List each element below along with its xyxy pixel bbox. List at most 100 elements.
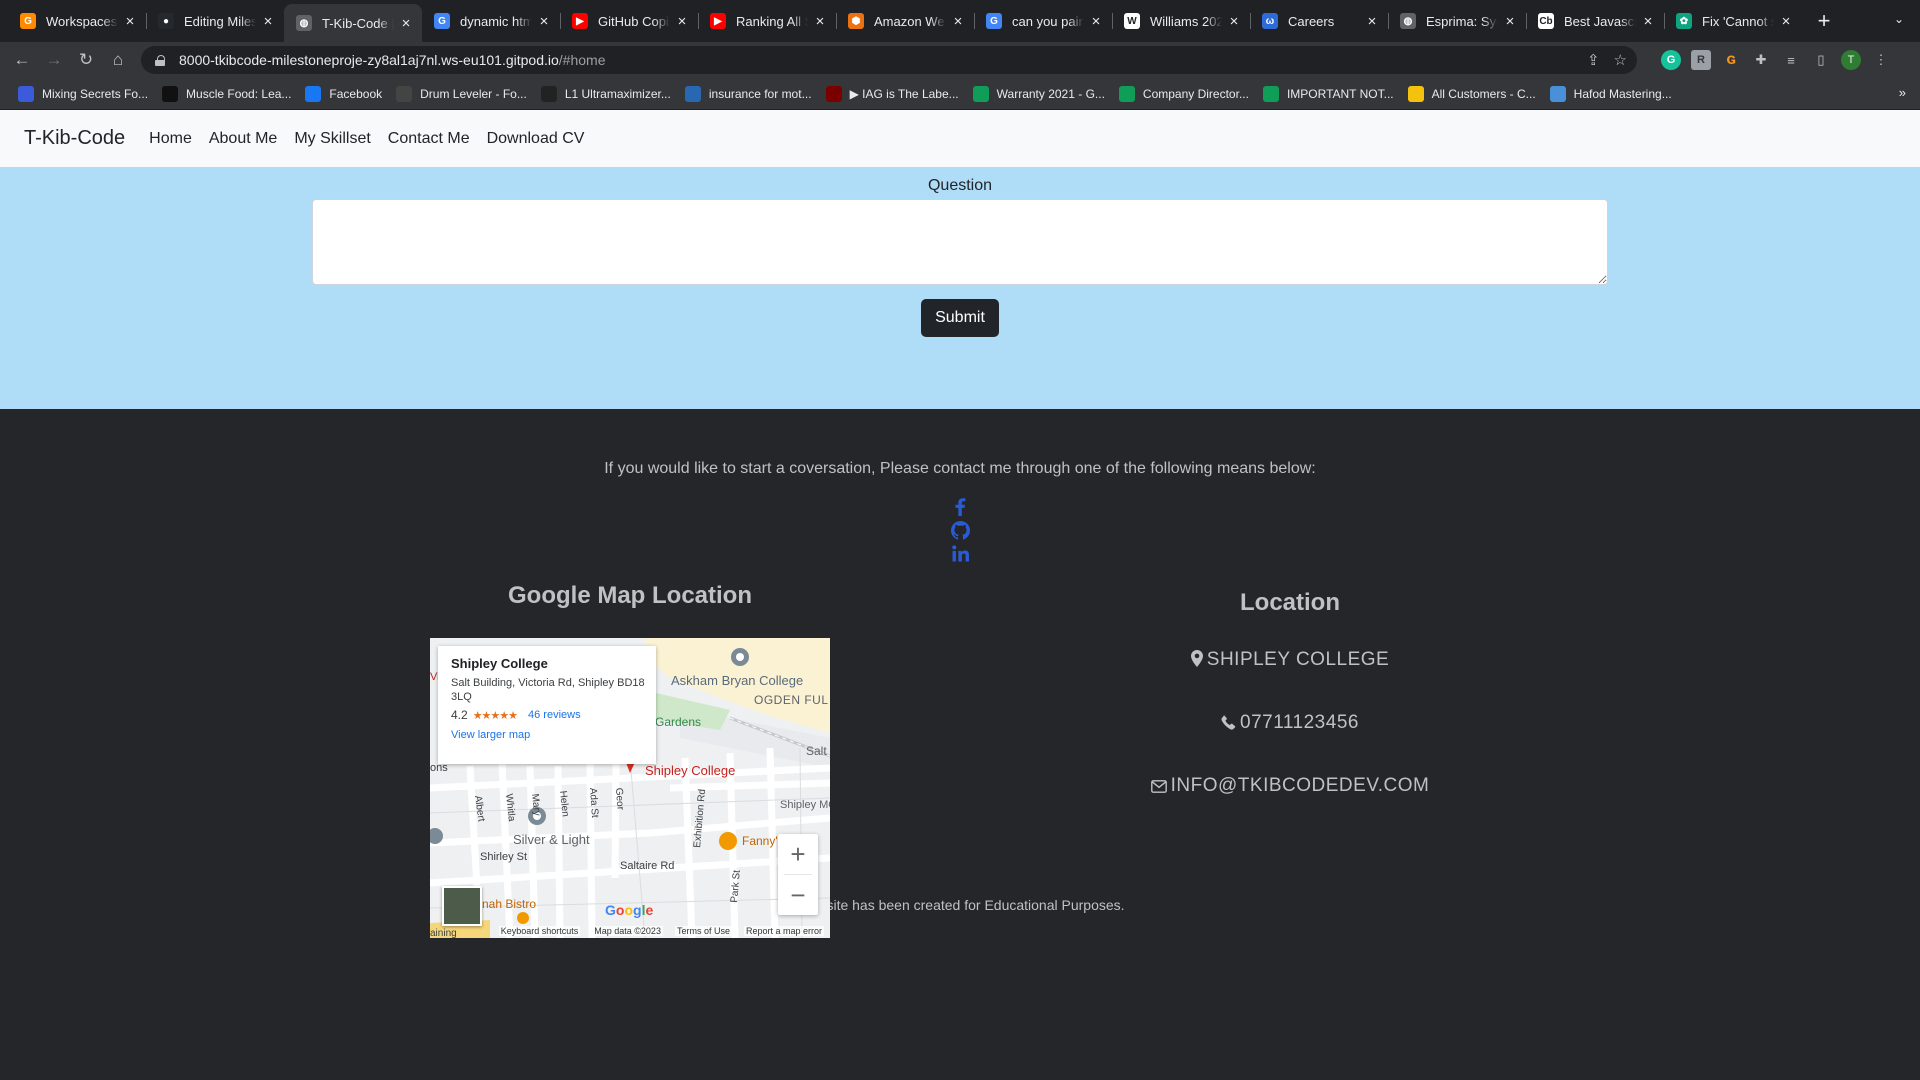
site-brand[interactable]: T-Kib-Code <box>24 127 125 150</box>
browser-tab[interactable]: ● Editing Milestone× <box>146 4 284 38</box>
bookmark-item[interactable]: Mixing Secrets Fo... <box>18 82 162 106</box>
close-tab-icon[interactable]: × <box>950 13 966 30</box>
grammarly-extension-icon[interactable]: G <box>1661 50 1681 70</box>
reader-extension-icon[interactable]: R <box>1691 50 1711 70</box>
google-icon: G <box>434 13 450 29</box>
tab-title: Fix 'Cannot set' <box>1702 13 1774 29</box>
terms-of-use-link[interactable]: Terms of Use <box>674 925 732 936</box>
mixing-icon <box>18 85 34 102</box>
page-viewport: T-Kib-Code Home About Me My Skillset Con… <box>0 110 1920 1080</box>
v-icon <box>1407 85 1424 102</box>
new-tab-button[interactable]: + <box>1810 7 1838 35</box>
report-map-error-link[interactable]: Report a map error <box>743 925 824 936</box>
close-tab-icon[interactable]: × <box>1502 13 1518 30</box>
keyboard-shortcuts-link[interactable]: Keyboard shortcuts <box>498 925 581 936</box>
iag-icon <box>825 85 842 102</box>
submit-button[interactable]: Submit <box>921 299 999 337</box>
browser-tab[interactable]: ▶ Ranking All Synths× <box>698 4 836 38</box>
close-tab-icon[interactable]: × <box>260 13 276 30</box>
nav-contact-me[interactable]: Contact Me <box>388 130 470 148</box>
tab-search-chevron-icon[interactable]: ⌄ <box>1894 12 1904 26</box>
nav-home[interactable]: Home <box>149 130 192 148</box>
map-label-geor: Geor <box>613 787 626 811</box>
email-address-text[interactable]: info@tkibcodedev.com <box>1171 775 1430 796</box>
map-label-ogden: OGDEN FUL <box>754 693 829 707</box>
browser-tab[interactable]: W Williams 2023× <box>1112 4 1250 38</box>
close-tab-icon[interactable]: × <box>674 13 690 30</box>
phone-number-text: 07711123456 <box>1240 712 1359 733</box>
linkedin-icon[interactable] <box>951 545 969 562</box>
bookmark-item[interactable]: Drum Leveler - Fo... <box>396 82 541 106</box>
facebook-icon <box>305 85 322 102</box>
youtube-icon: ▶ <box>710 13 726 29</box>
more-bookmarks-icon[interactable]: » <box>1899 85 1906 100</box>
forward-button[interactable]: → <box>38 44 70 76</box>
address-bar[interactable]: 8000-tkibcode-milestoneproje-zy8al1aj7nl… <box>141 46 1637 74</box>
bookmark-item[interactable]: ▶ IAG is The Labe... <box>825 82 973 106</box>
side-panel-icon[interactable]: ▯ <box>1811 50 1831 70</box>
bookmark-item[interactable]: All Customers - C... <box>1407 82 1550 106</box>
browser-tab[interactable]: Cb Best Javascript× <box>1526 4 1664 38</box>
facebook-icon[interactable] <box>954 498 966 516</box>
bookmark-item[interactable]: Facebook <box>305 82 396 106</box>
map-label-ada: Ada St <box>587 787 600 818</box>
zoom-in-button[interactable]: + <box>778 834 818 874</box>
close-tab-icon[interactable]: × <box>398 15 414 32</box>
bookmark-item[interactable]: IMPORTANT NOT... <box>1262 82 1408 106</box>
close-tab-icon[interactable]: × <box>1226 13 1242 30</box>
map-attribution-bar: Keyboard shortcuts Map data ©2023 Terms … <box>430 923 830 938</box>
chatgpt-icon: ✿ <box>1676 13 1692 29</box>
share-icon[interactable]: ⇪ <box>1587 51 1600 69</box>
profile-avatar[interactable]: T <box>1841 50 1861 70</box>
close-tab-icon[interactable]: × <box>1778 13 1794 30</box>
bookmark-item[interactable]: Muscle Food: Lea... <box>162 82 305 106</box>
zoom-out-button[interactable]: − <box>778 875 818 915</box>
browser-tab[interactable]: ▶ GitHub Copilot× <box>560 4 698 38</box>
waves-icon <box>540 85 557 102</box>
embedded-google-map[interactable]: Askham Bryan College OGDEN FUL Gardens S… <box>430 638 830 938</box>
bookmark-star-icon[interactable]: ☆ <box>1614 51 1627 69</box>
bookmark-label: insurance for mot... <box>708 86 812 101</box>
gitpod-extension-icon[interactable]: ɢ <box>1721 50 1741 70</box>
browser-tab[interactable]: Gdynamic html × <box>422 4 560 38</box>
bookmark-item[interactable]: L1 Ultramaximizer... <box>540 82 685 106</box>
nav-download-cv[interactable]: Download CV <box>487 130 585 148</box>
view-larger-map-link[interactable]: View larger map <box>451 729 646 741</box>
nav-about-me[interactable]: About Me <box>209 130 277 148</box>
close-tab-icon[interactable]: × <box>1088 13 1104 30</box>
map-reviews-link[interactable]: 46 reviews <box>528 709 581 721</box>
browser-tab[interactable]: G Workspaces × <box>8 4 146 38</box>
bookmark-item[interactable]: Company Director... <box>1118 82 1263 106</box>
close-tab-icon[interactable]: × <box>812 13 828 30</box>
github-icon[interactable] <box>950 521 970 540</box>
map-marker-icon <box>1190 650 1203 667</box>
map-label-shipley-mot: Shipley MOT <box>780 799 830 811</box>
map-rating-row: 4.2 ★★★★★ 46 reviews <box>451 708 646 722</box>
satellite-toggle-thumbnail[interactable] <box>442 886 482 926</box>
bookmark-item[interactable]: Hafod Mastering... <box>1549 82 1686 106</box>
browser-tab[interactable]: ◍ Esprima: Syntax× <box>1388 4 1526 38</box>
reload-button[interactable]: ↻ <box>70 44 102 76</box>
menu-kebab-icon[interactable]: ⋮ <box>1871 50 1891 70</box>
close-tab-icon[interactable]: × <box>536 13 552 30</box>
email-address: info@tkibcodedev.com <box>1090 775 1490 797</box>
close-tab-icon[interactable]: × <box>1640 13 1656 30</box>
lock-icon[interactable] <box>155 54 165 66</box>
bookmark-item[interactable]: Warranty 2021 - G... <box>972 82 1119 106</box>
bookmarks-bar: Mixing Secrets Fo... Muscle Food: Lea... F… <box>0 78 1920 110</box>
back-button[interactable]: ← <box>6 44 38 76</box>
nav-my-skillset[interactable]: My Skillset <box>294 130 370 148</box>
browser-tab[interactable]: ✿ Fix 'Cannot set'× <box>1664 4 1802 38</box>
question-textarea[interactable] <box>312 199 1608 285</box>
close-tab-icon[interactable]: × <box>122 13 138 30</box>
close-tab-icon[interactable]: × <box>1364 13 1380 30</box>
bookmark-item[interactable]: insurance for mot... <box>684 82 826 106</box>
browser-tab[interactable]: Gcan you pair × <box>974 4 1112 38</box>
browser-tab[interactable]: ⬢ Amazon Web Services× <box>836 4 974 38</box>
browser-tab[interactable]: ω Careers × <box>1250 4 1388 38</box>
media-queue-icon[interactable]: ≡ <box>1781 50 1801 70</box>
home-button[interactable]: ⌂ <box>102 44 134 76</box>
puzzle-extensions-icon[interactable]: ✚ <box>1751 50 1771 70</box>
map-label-gardens: Gardens <box>655 715 701 729</box>
browser-tab[interactable]: ◍ T-Kib-Code | Home× <box>284 4 422 42</box>
